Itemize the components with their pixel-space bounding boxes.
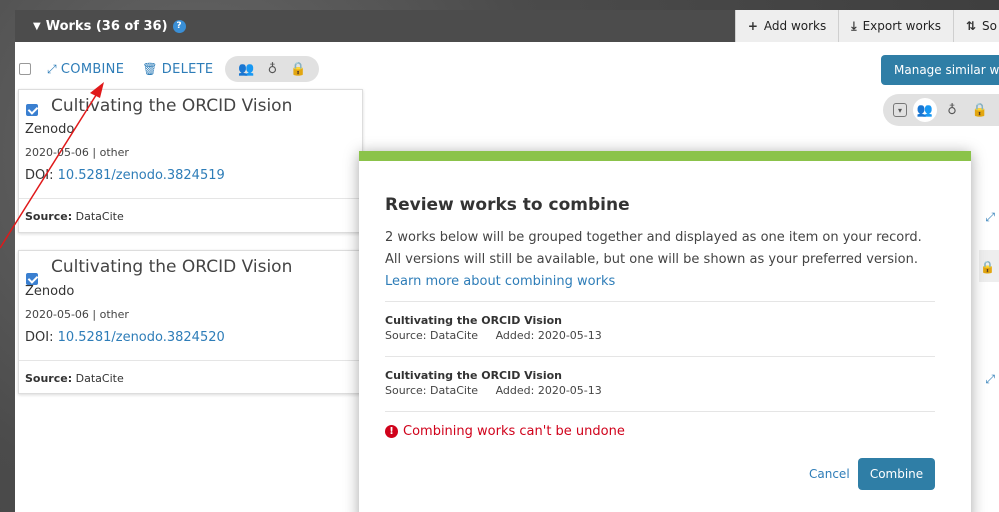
expand-icon[interactable]: ▾ xyxy=(893,103,907,117)
combine-item-added: Added: 2020-05-13 xyxy=(495,384,602,397)
work-tools: ▾ 👥 ♁ 🔒 xyxy=(883,94,999,126)
combine-item-added: Added: 2020-05-13 xyxy=(495,329,602,342)
combine-item: Cultivating the ORCID Vision Source: Dat… xyxy=(385,314,935,342)
combine-label: COMBINE xyxy=(60,61,125,77)
trash-icon: 🗑 xyxy=(142,62,158,76)
sort-label: So xyxy=(982,19,997,33)
select-all-checkbox[interactable] xyxy=(19,63,31,75)
private-lock-icon[interactable]: 🔒 xyxy=(967,98,993,122)
divider xyxy=(19,360,362,361)
warning-message: ! Combining works can't be undone xyxy=(385,424,625,439)
combine-icon[interactable]: ⤢ xyxy=(985,372,995,387)
doi-label: DOI: xyxy=(25,168,54,183)
modal-desc-line: All versions will still be available, bu… xyxy=(385,252,918,267)
combine-item-source: Source: DataCite xyxy=(385,384,479,397)
source-value: DataCite xyxy=(75,210,124,223)
modal-desc-line: 2 works below will be grouped together a… xyxy=(385,230,922,245)
export-works-label: Export works xyxy=(862,19,941,33)
bulk-action-row: ⤢ COMBINE 🗑 DELETE 👥 ♁ 🔒 Manage similar … xyxy=(15,54,999,85)
combine-item-title: Cultivating the ORCID Vision xyxy=(385,314,562,327)
work-card: Cultivating the ORCID Vision Zenodo 2020… xyxy=(18,250,363,394)
help-icon[interactable]: ? xyxy=(172,19,186,33)
work-publisher: Zenodo xyxy=(25,284,75,299)
combine-item-title: Cultivating the ORCID Vision xyxy=(385,369,562,382)
combine-item: Cultivating the ORCID Vision Source: Dat… xyxy=(385,369,935,397)
works-header: ▼ Works (36 of 36) ? + Add works ⤓ Expor… xyxy=(15,10,999,42)
trusted-visibility-icon[interactable]: ♁ xyxy=(939,98,965,122)
add-works-label: Add works xyxy=(763,19,827,33)
work-doi: DOI: 10.5281/zenodo.3824519 xyxy=(25,168,225,183)
everyone-visibility-icon[interactable]: 👥 xyxy=(233,62,259,77)
work-source: Source: DataCite xyxy=(25,210,124,223)
confirm-combine-button[interactable]: Combine xyxy=(858,458,935,490)
manage-similar-works-button[interactable]: Manage similar works xyxy=(881,55,999,85)
works-page: ▼ Works (36 of 36) ? + Add works ⤓ Expor… xyxy=(15,10,999,512)
combine-works-modal: Review works to combine 2 works below wi… xyxy=(359,151,971,512)
work-checkbox[interactable] xyxy=(26,104,38,116)
chevron-down-icon: ▼ xyxy=(33,20,41,32)
source-value: DataCite xyxy=(75,372,124,385)
delete-label: DELETE xyxy=(161,61,214,77)
modal-description: 2 works below will be grouped together a… xyxy=(385,227,945,293)
sort-button[interactable]: ⇅ So xyxy=(952,10,999,42)
visibility-group: 👥 ♁ 🔒 xyxy=(225,56,320,82)
doi-link[interactable]: 10.5281/zenodo.3824519 xyxy=(58,168,225,183)
warning-icon: ! xyxy=(385,425,398,438)
sort-icon: ⇅ xyxy=(965,19,977,33)
private-lock-icon[interactable]: 🔒 xyxy=(980,260,995,274)
divider xyxy=(385,356,935,357)
private-lock-icon[interactable]: 🔒 xyxy=(285,62,311,77)
work-card: Cultivating the ORCID Vision Zenodo 2020… xyxy=(18,89,363,233)
combine-item-source: Source: DataCite xyxy=(385,329,479,342)
combine-icon[interactable]: ⤢ xyxy=(985,210,995,225)
plus-icon: + xyxy=(747,19,758,33)
divider xyxy=(19,198,362,199)
work-date-type: 2020-05-06 | other xyxy=(25,146,129,159)
export-works-button[interactable]: ⤓ Export works xyxy=(838,10,953,42)
delete-button[interactable]: 🗑 DELETE xyxy=(142,62,213,77)
source-label: Source: xyxy=(25,210,73,223)
download-icon: ⤓ xyxy=(851,18,857,33)
divider xyxy=(385,301,935,302)
work-publisher: Zenodo xyxy=(25,122,75,137)
work-title[interactable]: Cultivating the ORCID Vision xyxy=(51,96,292,116)
combine-icon: ⤢ xyxy=(47,61,57,76)
combine-item-meta: Source: DataCite Added: 2020-05-13 xyxy=(385,384,935,397)
combine-item-meta: Source: DataCite Added: 2020-05-13 xyxy=(385,329,935,342)
combine-button[interactable]: ⤢ COMBINE xyxy=(47,62,124,77)
work-source: Source: DataCite xyxy=(25,372,124,385)
works-title: Works (36 of 36) xyxy=(45,18,168,34)
cancel-button[interactable]: Cancel xyxy=(809,467,850,481)
work-date-type: 2020-05-06 | other xyxy=(25,308,129,321)
add-works-button[interactable]: + Add works xyxy=(734,10,839,42)
modal-title: Review works to combine xyxy=(385,195,630,215)
warning-text: Combining works can't be undone xyxy=(403,424,625,439)
divider xyxy=(385,411,935,412)
learn-more-link[interactable]: Learn more about combining works xyxy=(385,271,945,293)
doi-label: DOI: xyxy=(25,330,54,345)
source-label: Source: xyxy=(25,372,73,385)
everyone-visibility-icon[interactable]: 👥 xyxy=(913,98,937,122)
works-toggle[interactable]: ▼ Works (36 of 36) ? xyxy=(15,19,735,34)
doi-link[interactable]: 10.5281/zenodo.3824520 xyxy=(58,330,225,345)
trusted-visibility-icon[interactable]: ♁ xyxy=(259,62,285,77)
work-title[interactable]: Cultivating the ORCID Vision xyxy=(51,257,292,277)
work-doi: DOI: 10.5281/zenodo.3824520 xyxy=(25,330,225,345)
